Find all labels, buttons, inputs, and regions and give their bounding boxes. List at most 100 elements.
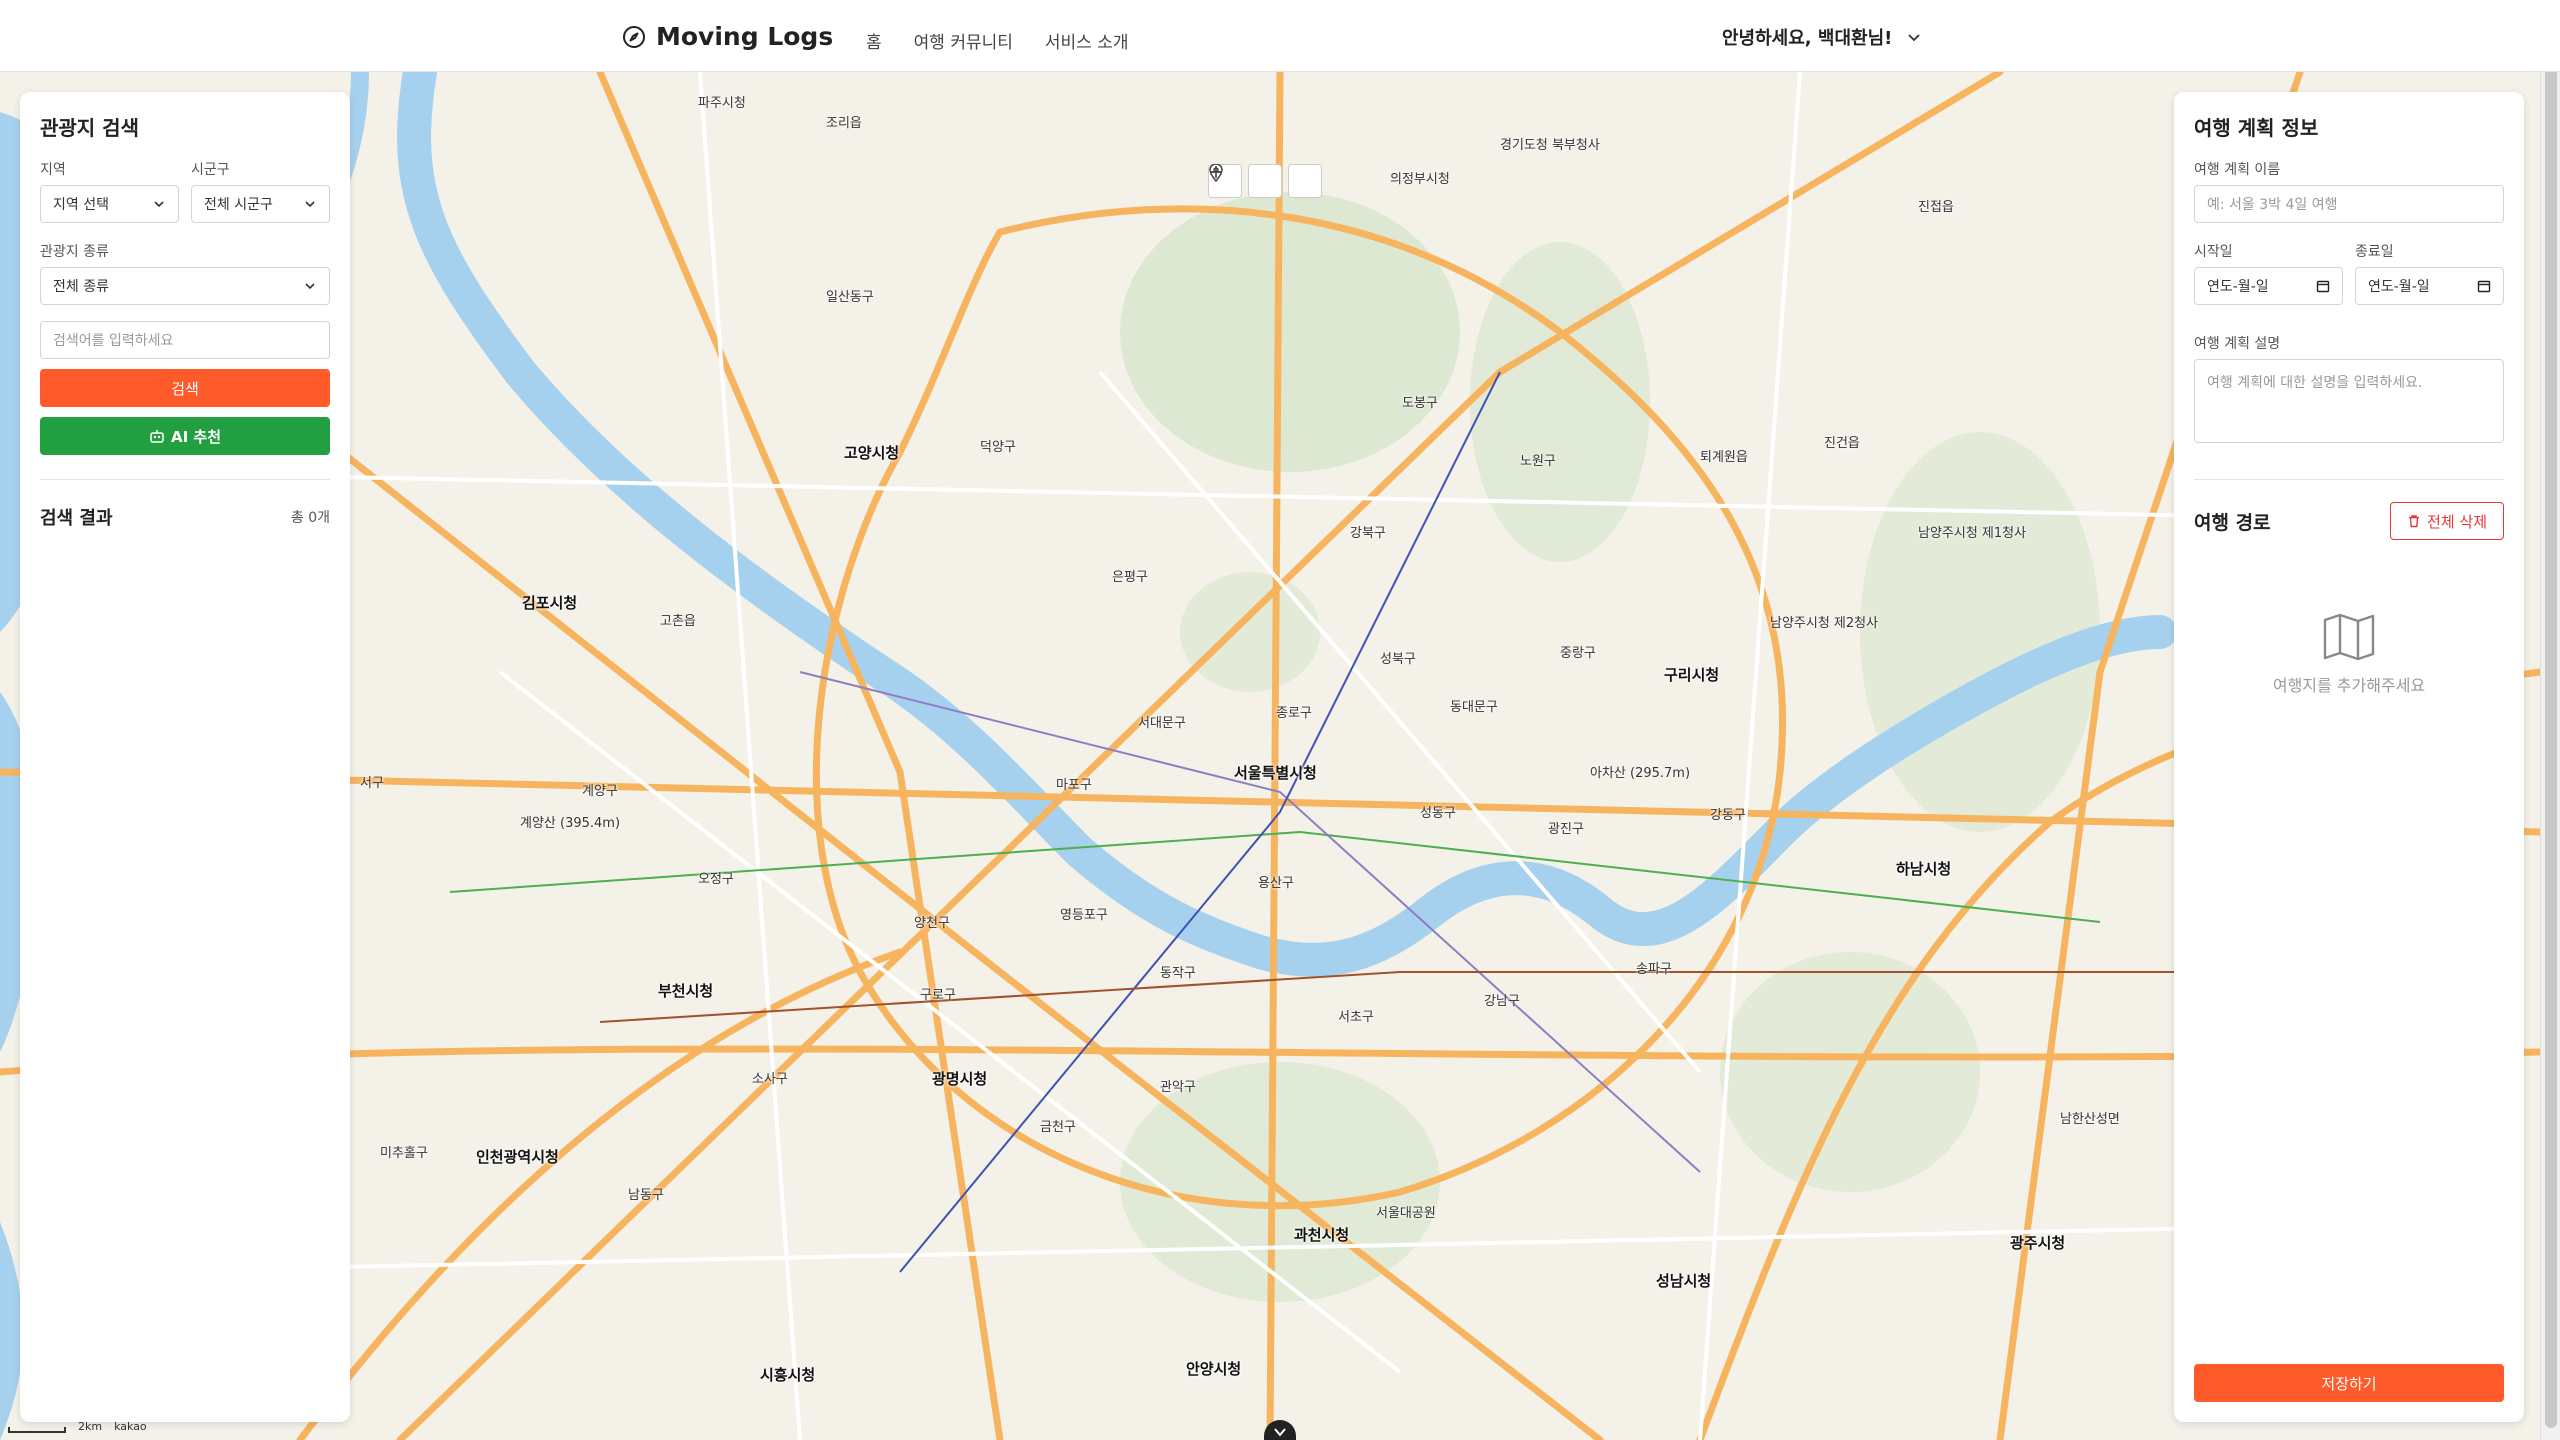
search-button-label: 검색	[171, 379, 199, 398]
map-label: 중랑구	[1560, 646, 1596, 661]
type-label: 관광지 종류	[40, 244, 109, 260]
map-label: 광진구	[1548, 822, 1584, 837]
map-label: 성남시청	[1656, 1272, 1712, 1290]
map-label: 광명시청	[932, 1070, 988, 1088]
map-mountain-area	[1120, 192, 1460, 472]
end-date-input[interactable]: 연도-월-일	[2355, 267, 2504, 305]
panel-divider	[40, 479, 330, 480]
district-select[interactable]: 전체 시군구	[191, 185, 330, 223]
map-controls	[1208, 164, 1322, 198]
region-select[interactable]: 지역 선택	[40, 185, 179, 223]
map-label: 과천시청	[1294, 1226, 1350, 1244]
map-label: 종로구	[1276, 706, 1312, 721]
type-select[interactable]: 전체 종류	[40, 267, 330, 305]
map-label: 소사구	[752, 1072, 788, 1087]
location-pin-icon	[1209, 164, 1223, 182]
trash-icon	[2409, 515, 2420, 528]
page-scrollbar[interactable]	[2540, 0, 2560, 1440]
map-label: 서울대공원	[1376, 1206, 1436, 1221]
user-menu[interactable]: 안녕하세요, 백대환님!	[1722, 24, 1922, 50]
plan-name-input[interactable]: 예: 서울 3박 4일 여행	[2194, 185, 2504, 223]
map-label: 남양주시청 제1청사	[1918, 526, 2027, 541]
nav-community[interactable]: 여행 커뮤니티	[914, 28, 1013, 53]
user-greeting: 안녕하세요, 백대환님!	[1722, 28, 1893, 49]
scale-bar	[8, 1427, 66, 1433]
map-label: 강동구	[1710, 808, 1746, 823]
map-label: 송파구	[1636, 962, 1672, 977]
calendar-icon	[2477, 280, 2491, 293]
nav-home[interactable]: 홈	[866, 28, 882, 53]
route-header: 여행 경로 전체 삭제	[2194, 502, 2504, 540]
main-nav: 홈 여행 커뮤니티 서비스 소개	[866, 28, 1129, 53]
map-label: 서울특별시청	[1234, 764, 1317, 782]
region-label: 지역	[40, 162, 66, 178]
map-label: 부천시청	[658, 982, 714, 1000]
map-label: 계양구	[582, 784, 618, 799]
map-label: 인천광역시청	[476, 1148, 559, 1166]
map-label: 서구	[360, 776, 384, 791]
calendar-icon	[2316, 280, 2330, 293]
map-label: 조리읍	[826, 116, 862, 131]
map-label: 고양시청	[844, 444, 900, 462]
map-label: 퇴계원읍	[1700, 450, 1748, 465]
scrollbar-thumb[interactable]	[2545, 12, 2557, 1428]
district-label: 시군구	[191, 162, 230, 178]
empty-route-state: 여행지를 추가해주세요	[2194, 612, 2504, 696]
map-label: 강북구	[1350, 526, 1386, 541]
map-label: 성동구	[1420, 806, 1456, 821]
map-label: 동작구	[1160, 966, 1196, 981]
start-date-value: 연도-월-일	[2207, 279, 2269, 295]
map-label: 하남시청	[1896, 860, 1952, 878]
chevron-down-icon	[1908, 34, 1920, 42]
map-label: 강남구	[1484, 994, 1520, 1009]
keyword-input[interactable]: 검색어를 입력하세요	[40, 321, 330, 359]
end-date-value: 연도-월-일	[2368, 279, 2430, 295]
map-label: 아차산 (295.7m)	[1590, 766, 1691, 781]
map-label: 서대문구	[1138, 716, 1186, 731]
map-view[interactable]: 파주시청 조리읍 의정부시청 경기도청 북부청사 진접읍 일산동구 고양시청 덕…	[0, 72, 2540, 1440]
plan-panel-title: 여행 계획 정보	[2194, 116, 2319, 140]
chevron-down-icon	[305, 201, 315, 208]
map-mountain-area	[1120, 1062, 1440, 1302]
map-label: 양천구	[914, 916, 950, 931]
plan-desc-textarea[interactable]: 여행 계획에 대한 설명을 입력하세요.	[2194, 359, 2504, 443]
map-label: 서초구	[1338, 1010, 1374, 1025]
map-label: 남동구	[628, 1188, 664, 1203]
map-label: 진건읍	[1824, 436, 1860, 451]
plan-panel: 여행 계획 정보 여행 계획 이름 예: 서울 3박 4일 여행 시작일 연도-…	[2174, 92, 2524, 1422]
search-button[interactable]: 검색	[40, 369, 330, 407]
map-label: 동대문구	[1450, 700, 1498, 715]
map-label: 구로구	[920, 988, 956, 1003]
start-date-input[interactable]: 연도-월-일	[2194, 267, 2343, 305]
plan-desc-label: 여행 계획 설명	[2194, 336, 2281, 352]
delete-all-button[interactable]: 전체 삭제	[2390, 502, 2504, 540]
map-canvas	[0, 72, 2540, 1440]
chevron-down-icon	[154, 201, 164, 208]
map-label: 경기도청 북부청사	[1500, 138, 1600, 153]
robot-icon	[150, 430, 164, 443]
current-location-button[interactable]	[1209, 164, 1322, 198]
map-mountain-area	[1860, 432, 2100, 832]
top-nav-bar: Moving Logs 홈 여행 커뮤니티 서비스 소개 안녕하세요, 백대환님…	[0, 0, 2560, 72]
panel-divider	[2194, 479, 2504, 480]
map-label: 남양주시청 제2청사	[1770, 616, 1879, 631]
ai-recommend-button[interactable]: AI 추천	[40, 417, 330, 455]
map-label: 파주시청	[698, 96, 746, 111]
map-label: 영등포구	[1060, 908, 1108, 923]
start-date-label: 시작일	[2194, 244, 2233, 260]
zoom-out-button[interactable]	[1210, 164, 1282, 198]
map-label: 은평구	[1112, 570, 1148, 585]
map-label: 미추홀구	[380, 1146, 428, 1161]
route-title: 여행 경로	[2194, 511, 2271, 534]
ai-recommend-label: AI 추천	[170, 427, 221, 446]
save-button[interactable]: 저장하기	[2194, 1364, 2504, 1402]
map-label: 구리시청	[1664, 666, 1720, 684]
nav-about[interactable]: 서비스 소개	[1045, 28, 1129, 53]
chevron-down-icon	[1274, 1428, 1286, 1437]
logo[interactable]: Moving Logs	[622, 22, 833, 51]
map-label: 의정부시청	[1390, 172, 1450, 187]
empty-route-text: 여행지를 추가해주세요	[2272, 676, 2426, 695]
map-label: 노원구	[1520, 454, 1556, 469]
map-label: 오정구	[698, 872, 734, 887]
map-label: 일산동구	[826, 290, 874, 305]
